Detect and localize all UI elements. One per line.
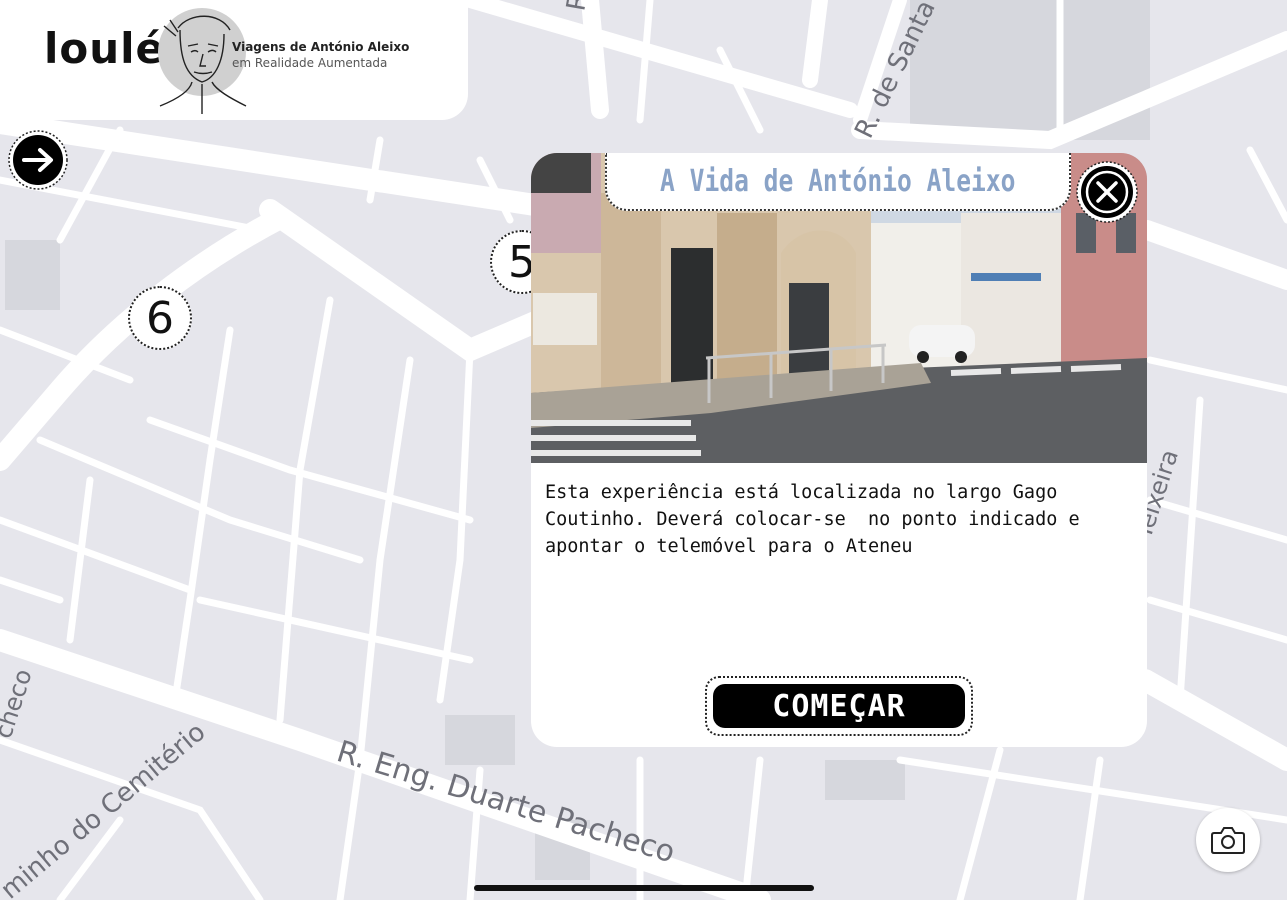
app-subtitle: Viagens de António Aleixo	[232, 40, 410, 54]
app-subtitle-secondary: em Realidade Aumentada	[232, 56, 388, 70]
map-marker-6[interactable]: 6	[128, 286, 192, 350]
location-popup: A Vida de António Aleixo Esta experiênci…	[531, 153, 1147, 747]
start-button[interactable]: COMEÇAR	[713, 684, 965, 728]
popup-title: A Vida de António Aleixo	[660, 163, 1016, 199]
camera-icon	[1211, 827, 1245, 854]
close-button[interactable]	[1076, 161, 1138, 223]
popup-title-tab: A Vida de António Aleixo	[605, 153, 1071, 211]
next-button[interactable]	[8, 130, 68, 190]
home-indicator[interactable]	[474, 885, 814, 891]
start-button-frame: COMEÇAR	[705, 676, 973, 736]
app-header: loulé Viagens de António Aleixo em Reali…	[0, 0, 468, 120]
brand-logo: loulé	[44, 24, 166, 73]
popup-description: Esta experiência está localizada no larg…	[545, 482, 1080, 557]
camera-button[interactable]	[1196, 808, 1260, 872]
